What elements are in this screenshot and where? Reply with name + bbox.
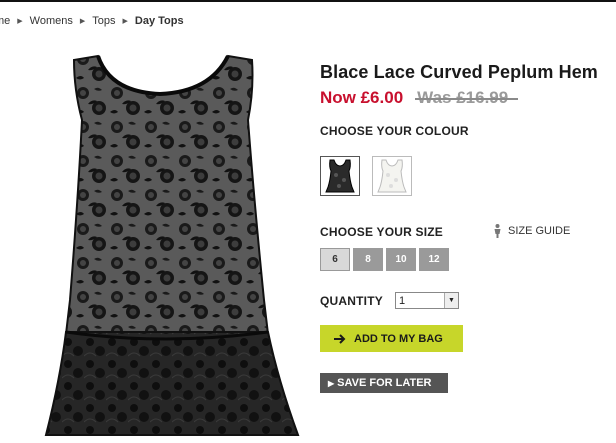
size-option-10[interactable]: 10 [386,248,416,271]
breadcrumb-separator-icon: ▶ [79,18,86,25]
breadcrumb: me ▶ Womens ▶ Tops ▶ Day Tops [0,15,184,27]
size-guide-link[interactable]: SIZE GUIDE [493,224,570,238]
chevron-down-icon: ▼ [444,293,458,308]
size-options: 6 8 10 12 [320,248,449,271]
breadcrumb-current: Day Tops [134,15,184,27]
price-row: Now £6.00 Was £16.99 [320,88,519,108]
colour-label: CHOOSE YOUR COLOUR [320,124,469,138]
quantity-label: QUANTITY [320,294,383,308]
size-option-8[interactable]: 8 [353,248,383,271]
colour-swatch-black[interactable] [320,156,360,196]
play-triangle-icon: ▶ [328,378,335,388]
arrow-right-icon [334,333,346,344]
size-option-6[interactable]: 6 [320,248,350,271]
product-title: Blace Lace Curved Peplum Hem [320,62,598,82]
size-label: CHOOSE YOUR SIZE [320,225,444,239]
top-border [0,0,616,2]
white-top-thumbnail-icon [377,159,407,193]
add-to-bag-button[interactable]: ADD TO MY BAG [320,325,463,352]
quantity-value: 1 [399,294,406,307]
save-for-later-label: SAVE FOR LATER [337,377,432,389]
product-image[interactable] [40,50,302,438]
price-now: Now £6.00 [320,88,404,107]
breadcrumb-tops-link[interactable]: Tops [92,15,115,27]
add-to-bag-label: ADD TO MY BAG [354,332,443,345]
breadcrumb-separator-icon: ▶ [17,18,23,25]
quantity-select[interactable]: 1 ▼ [395,292,459,309]
breadcrumb-separator-icon: ▶ [122,18,128,25]
lace-top-illustration [44,54,300,436]
breadcrumb-womens-link[interactable]: Womens [30,15,73,27]
colour-swatch-white[interactable] [372,156,412,196]
person-icon [493,224,502,238]
black-top-thumbnail-icon [325,159,355,193]
size-guide-label: SIZE GUIDE [508,225,571,237]
price-was: Was £16.99 [415,88,519,107]
save-for-later-button[interactable]: ▶ SAVE FOR LATER [320,373,448,393]
breadcrumb-home-link[interactable]: me [0,15,10,27]
size-option-12[interactable]: 12 [419,248,449,271]
